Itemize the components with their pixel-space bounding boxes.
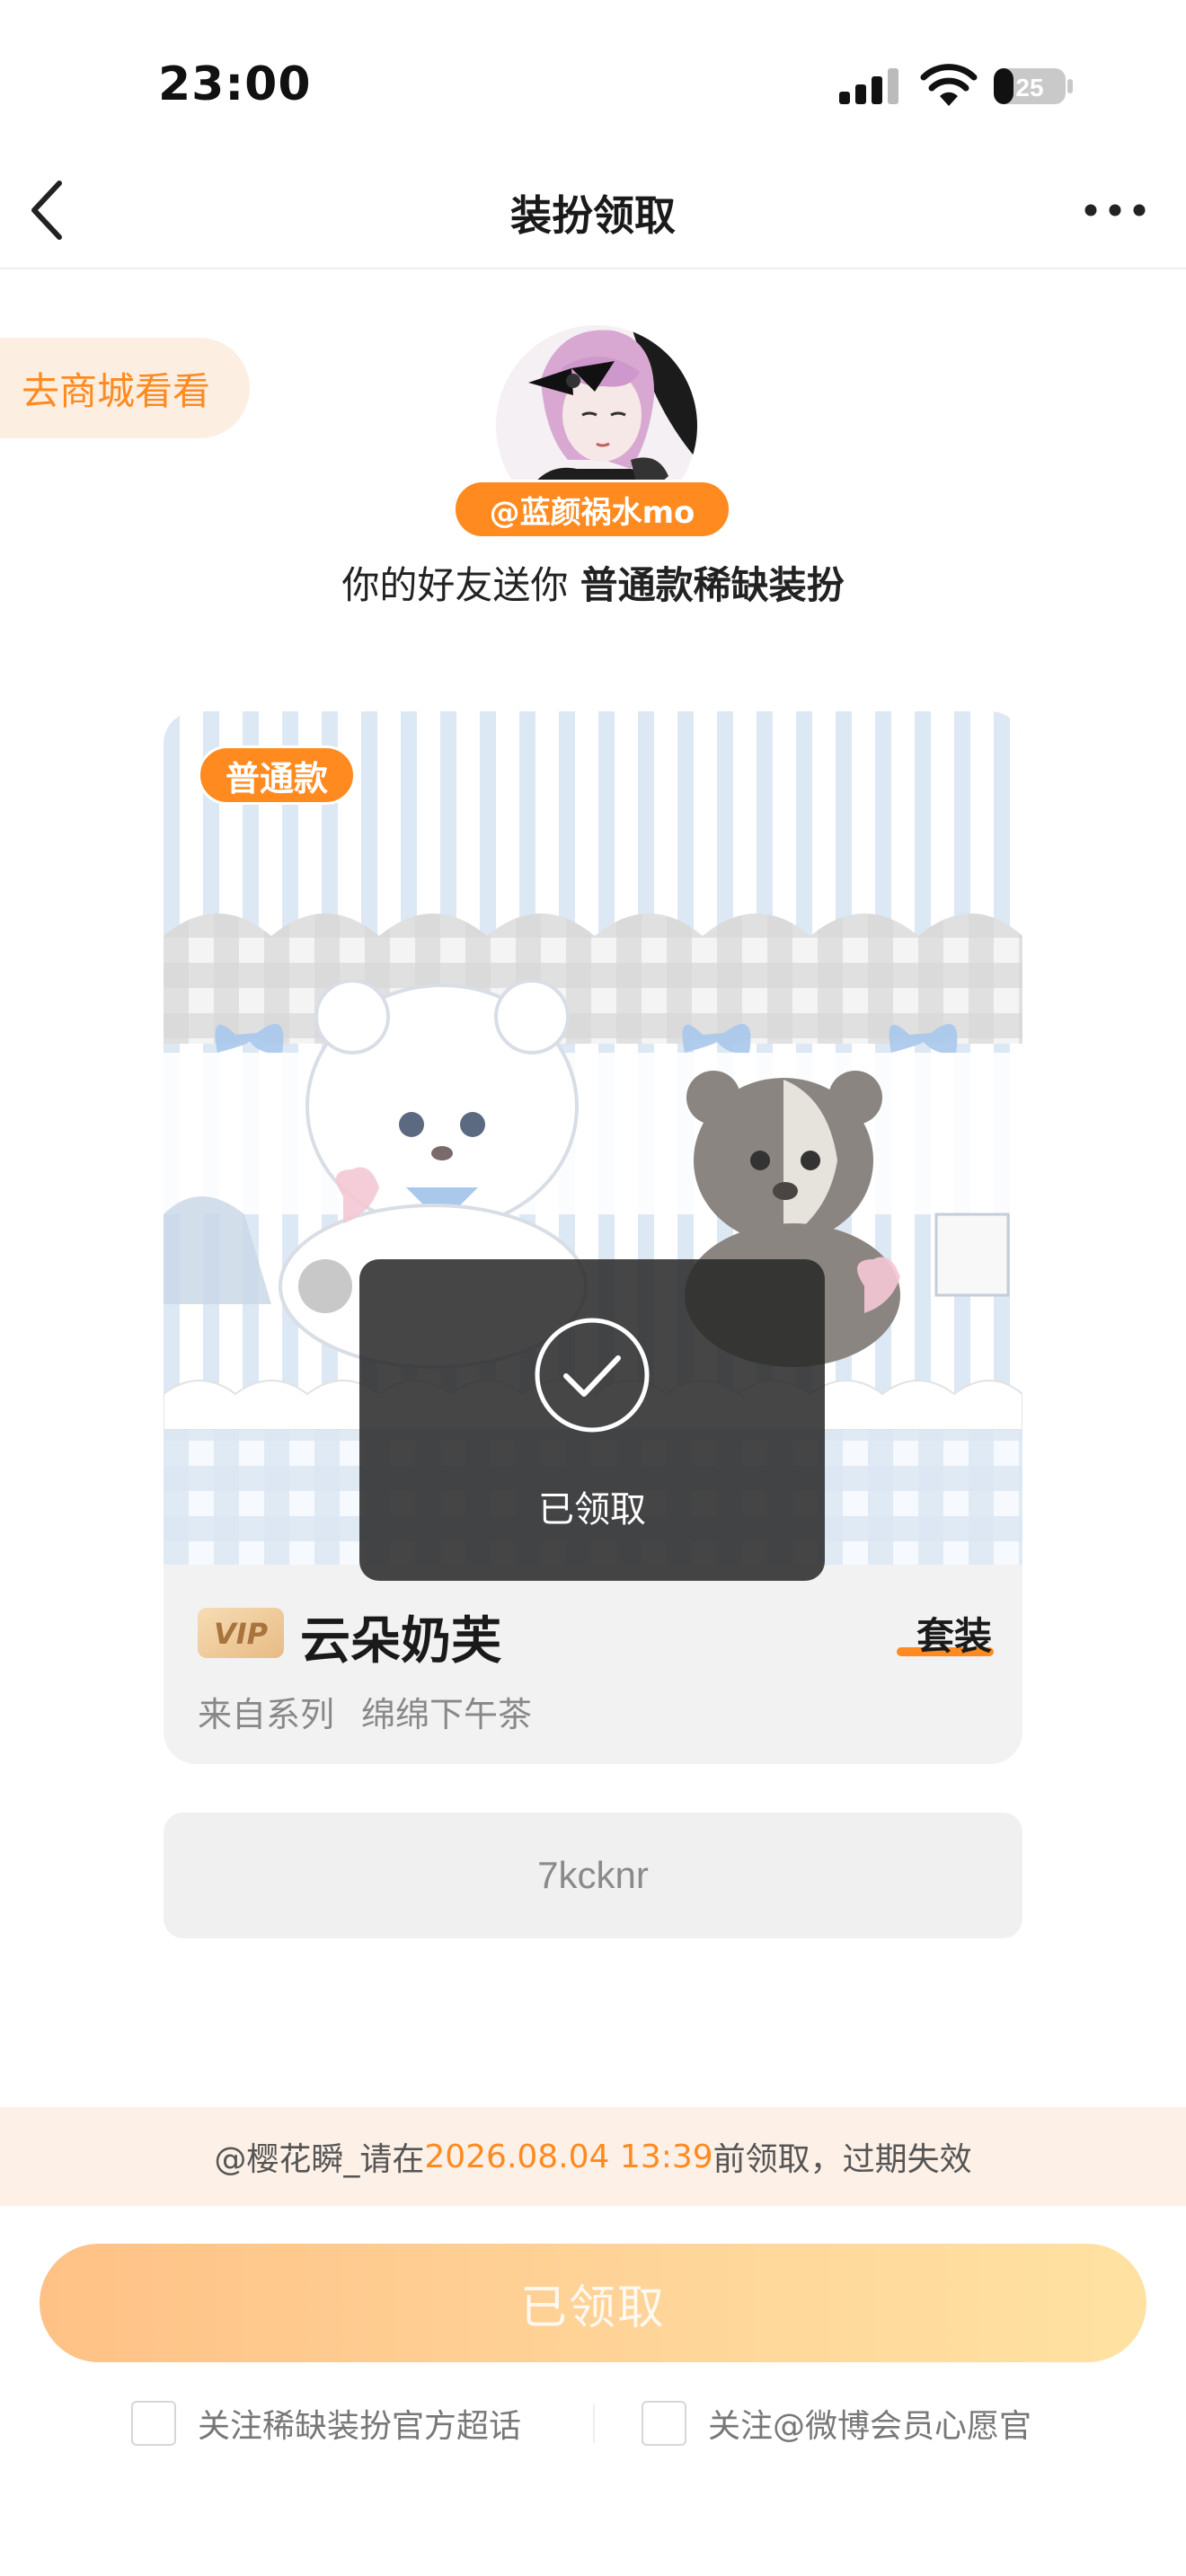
vip-badge-text: VIP	[214, 1617, 269, 1651]
checkbox[interactable]	[131, 2401, 176, 2446]
follow-option-account[interactable]: 关注@微博会员心愿官	[642, 2398, 1031, 2448]
toast-text: 已领取	[538, 1489, 646, 1531]
wifi-icon	[920, 64, 978, 106]
battery-level: 25	[1015, 74, 1043, 101]
vip-badge-icon: VIP	[198, 1608, 284, 1658]
checkbox[interactable]	[642, 2401, 686, 2446]
more-dots-icon[interactable]	[1084, 201, 1146, 219]
redeem-code-field[interactable]: 7kcknr	[164, 1813, 1022, 1938]
tier-tag: 普通款	[198, 745, 356, 805]
suit-label[interactable]: 套装	[916, 1606, 992, 1661]
gift-item-type: 普通款稀缺装扮	[580, 563, 845, 607]
page-title: 装扮领取	[510, 191, 676, 240]
deadline-notice: @樱花瞬_请在 2026.08.04 13:39 前领取，过期失效	[0, 2107, 1186, 2206]
series-label: 来自系列	[198, 1695, 335, 1734]
gift-message: 你的好友送你 普通款稀缺装扮	[0, 555, 1186, 610]
shop-link-button[interactable]: 去商城看看	[0, 338, 250, 438]
follow-option-supertopic[interactable]: 关注稀缺装扮官方超话	[131, 2398, 521, 2448]
deadline-prefix: @樱花瞬_请在	[214, 2141, 425, 2178]
check-circle-icon	[535, 1318, 650, 1433]
follow-option-label: 关注稀缺装扮官方超话	[198, 2408, 522, 2445]
claim-button[interactable]: 已领取	[40, 2244, 1146, 2362]
item-name: 云朵奶芙	[300, 1612, 501, 1671]
gift-message-prefix: 你的好友送你	[341, 563, 580, 607]
nav-divider	[0, 268, 1186, 269]
sender-name-badge[interactable]: @蓝颜祸水mo	[453, 480, 731, 539]
battery-icon: 25	[992, 66, 1075, 106]
follow-divider	[593, 2404, 595, 2443]
follow-option-label: 关注@微博会员心愿官	[708, 2408, 1032, 2445]
cellular-signal-icon	[839, 68, 898, 104]
claimed-toast: 已领取	[359, 1259, 825, 1581]
deadline-date: 2026.08.04 13:39	[424, 2138, 713, 2175]
series-name[interactable]: 绵绵下午茶	[361, 1687, 532, 1736]
deadline-suffix: 前领取，过期失效	[712, 2141, 972, 2178]
decoration-card: 普通款 VIP 云朵奶芙 套装 来自系列 绵绵下午茶	[164, 711, 1022, 1764]
status-time: 23:00	[158, 57, 312, 111]
